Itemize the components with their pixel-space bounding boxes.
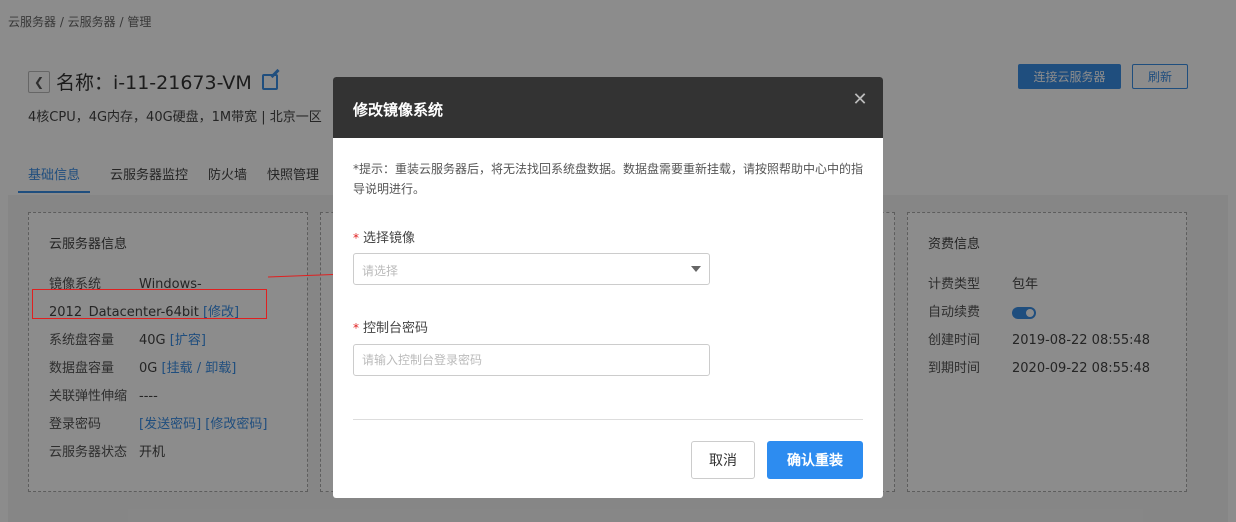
modal-tip: *提示：重装云服务器后，将无法找回系统盘数据。数据盘需要重新挂载，请按照帮助中心…	[353, 162, 864, 196]
required-mark-2: *	[353, 321, 359, 335]
close-icon[interactable]: ✕	[851, 91, 869, 109]
reinstall-image-modal: 修改镜像系统 ✕ *提示：重装云服务器后，将无法找回系统盘数据。数据盘需要重新挂…	[333, 77, 883, 498]
image-select[interactable]: 请选择	[353, 253, 710, 285]
modal-title: 修改镜像系统	[353, 101, 444, 119]
cancel-button[interactable]: 取消	[691, 441, 755, 479]
confirm-reinstall-button[interactable]: 确认重装	[767, 441, 863, 479]
password-field-label: * 控制台密码	[353, 321, 429, 336]
required-mark: *	[353, 231, 359, 245]
image-field-label: * 选择镜像	[353, 231, 416, 246]
console-password-input[interactable]	[353, 344, 710, 376]
modal-divider	[353, 419, 863, 420]
image-select-placeholder: 请选择	[362, 264, 399, 278]
caret-down-icon	[691, 266, 701, 272]
modal-header: 修改镜像系统 ✕	[333, 77, 883, 138]
